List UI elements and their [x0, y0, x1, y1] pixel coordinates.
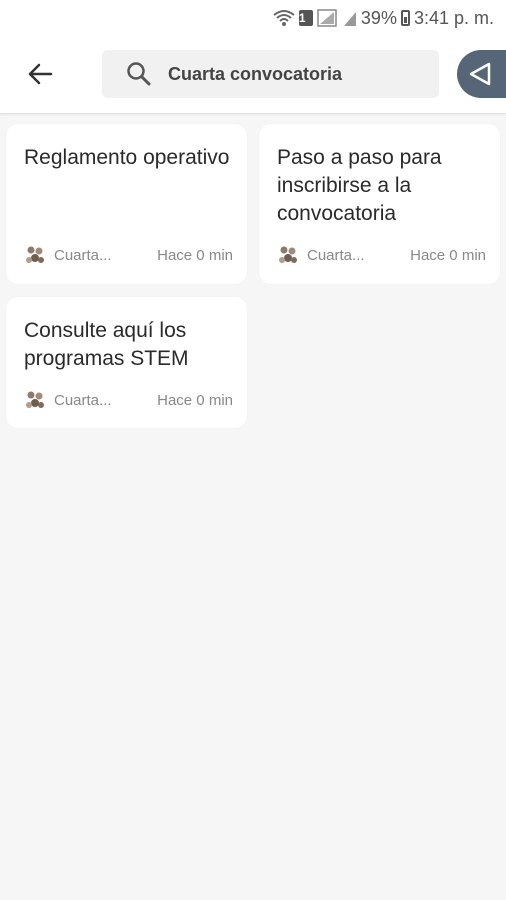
- send-icon: [469, 62, 491, 86]
- author-name: Cuarta...: [307, 246, 365, 264]
- signal-2-icon: [343, 9, 357, 27]
- author-avatar: [24, 389, 46, 411]
- battery-percent: 39%: [360, 7, 397, 28]
- post-time: Hace 0 min: [157, 391, 233, 409]
- signal-icon: [317, 9, 339, 27]
- author-name: Cuarta...: [54, 391, 112, 409]
- status-bar: 1 39% 3:41 p. m.: [0, 0, 506, 36]
- author-avatar: [277, 244, 299, 266]
- post-time: Hace 0 min: [157, 246, 233, 264]
- post-title: Reglamento operativo: [24, 146, 230, 169]
- arrow-left-icon: [28, 63, 53, 85]
- author-avatar: [24, 244, 46, 266]
- post-time: Hace 0 min: [410, 246, 486, 264]
- search-input[interactable]: Cuarta convocatoria: [102, 50, 439, 98]
- wifi-icon: [273, 9, 295, 27]
- battery-icon: [400, 10, 410, 26]
- post-title: Consulte aquí los programas STEM: [24, 319, 189, 370]
- post-meta: Cuarta... Hace 0 min: [24, 387, 233, 413]
- post-card[interactable]: Paso a paso para inscribirse a la convoc…: [259, 124, 500, 284]
- post-meta: Cuarta... Hace 0 min: [277, 242, 486, 268]
- post-title: Paso a paso para inscribirse a la convoc…: [277, 146, 442, 225]
- search-query: Cuarta convocatoria: [168, 63, 343, 84]
- share-button[interactable]: [457, 50, 506, 98]
- post-card[interactable]: Reglamento operativo Cuarta... Hace 0 mi…: [6, 124, 247, 284]
- post-card[interactable]: Consulte aquí los programas STEM Cuarta.…: [6, 297, 247, 428]
- clock: 3:41 p. m.: [413, 7, 494, 28]
- author-name: Cuarta...: [54, 246, 112, 264]
- post-meta: Cuarta... Hace 0 min: [24, 242, 233, 268]
- back-button[interactable]: [20, 56, 60, 92]
- sim-indicator: 1: [298, 10, 313, 26]
- app-bar: Cuarta convocatoria: [0, 36, 506, 114]
- search-icon: [126, 60, 154, 88]
